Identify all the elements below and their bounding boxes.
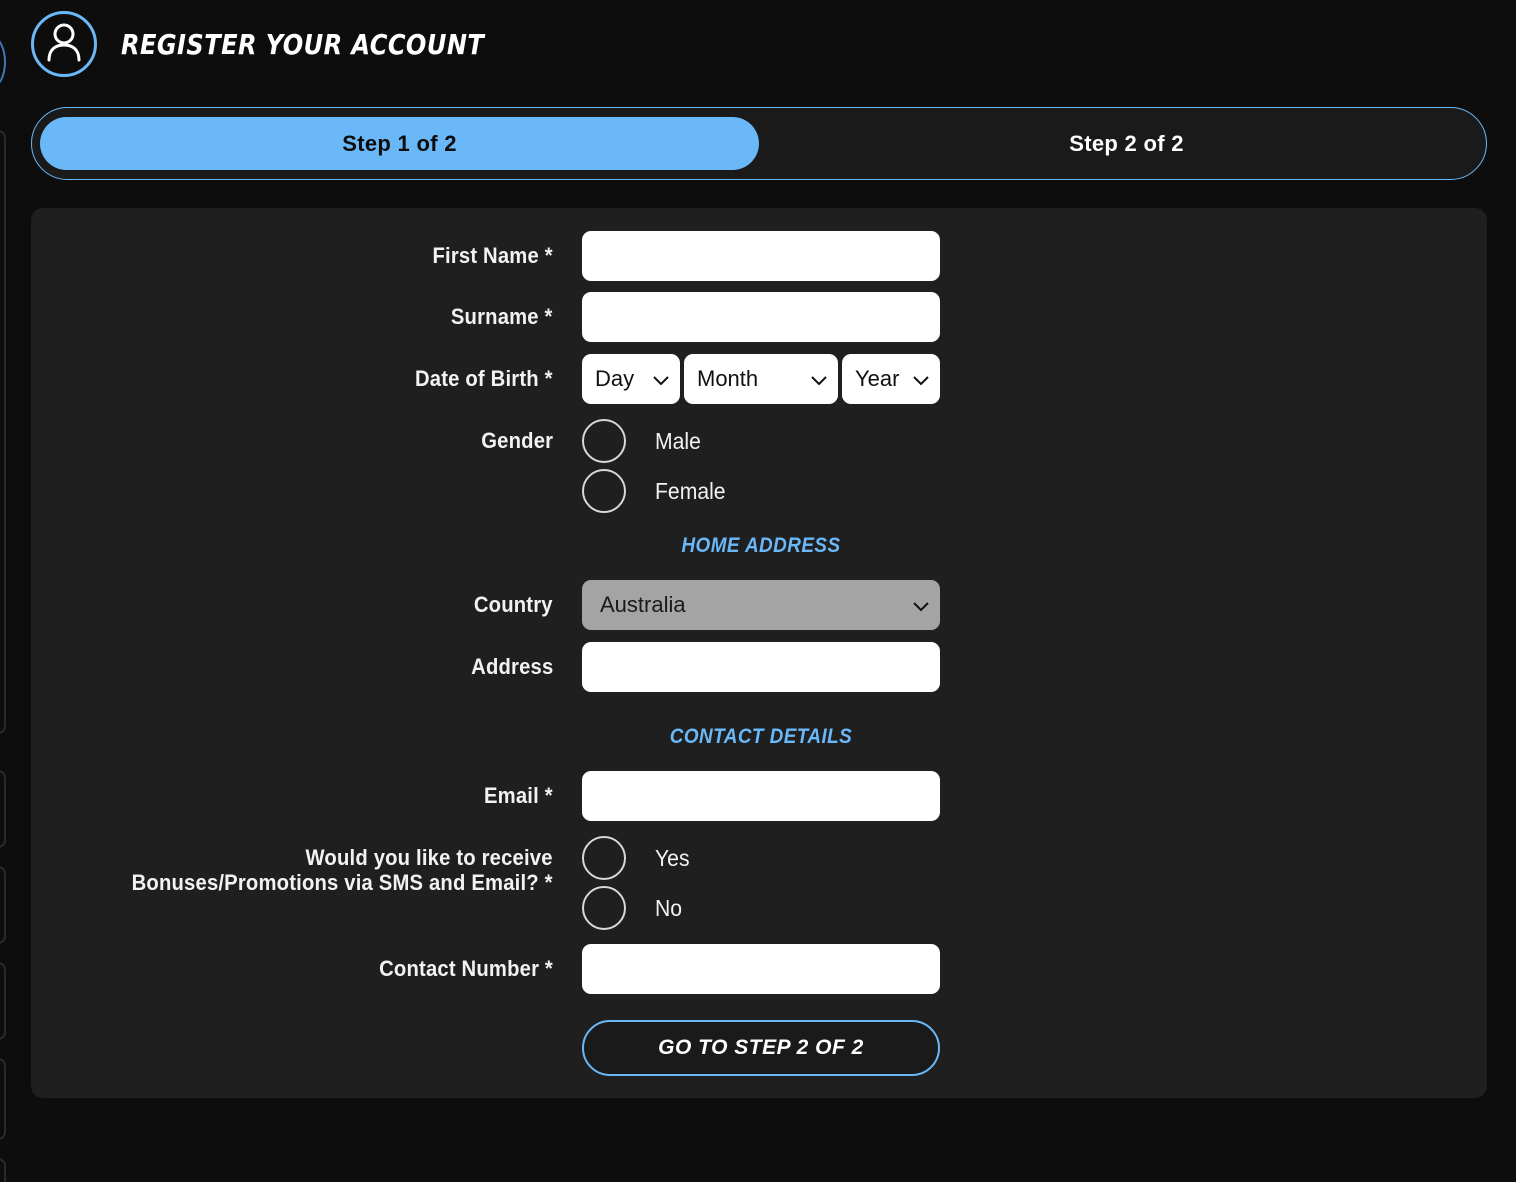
background-edge-card xyxy=(0,962,6,1040)
chevron-down-icon xyxy=(652,370,670,396)
user-icon xyxy=(46,22,82,67)
promotions-label-line2: Bonuses/Promotions via SMS and Email? * xyxy=(131,870,553,895)
step-1-tab[interactable]: Step 1 of 2 xyxy=(40,117,759,170)
email-label: Email * xyxy=(484,783,553,808)
registration-form: First Name * Surname * Date of Birth * D… xyxy=(31,208,1487,1098)
surname-label: Surname * xyxy=(451,304,553,329)
step-2-tab[interactable]: Step 2 of 2 xyxy=(767,117,1486,170)
email-input[interactable] xyxy=(582,771,940,821)
promotions-option-no[interactable]: No xyxy=(582,883,684,933)
contact-number-row: Contact Number * xyxy=(31,944,1487,994)
stepper: Step 1 of 2 Step 2 of 2 xyxy=(31,107,1487,180)
background-edge-card xyxy=(0,130,6,734)
go-to-step-2-button[interactable]: GO TO STEP 2 OF 2 xyxy=(582,1020,940,1076)
dob-year-value: Year xyxy=(855,366,900,391)
promotions-yes-radio[interactable] xyxy=(582,836,626,880)
contact-details-heading: CONTACT DETAILS xyxy=(669,725,853,748)
background-edge-circle xyxy=(0,36,6,88)
gender-option-male[interactable]: Male xyxy=(582,416,705,466)
background-edge-card xyxy=(0,866,6,944)
dob-row: Date of Birth * Day Month Year xyxy=(31,354,1487,404)
chevron-down-icon xyxy=(912,596,930,622)
gender-male-radio[interactable] xyxy=(582,419,626,463)
background-edge-card xyxy=(0,1158,6,1182)
dob-year-select[interactable]: Year xyxy=(842,354,940,404)
surname-row: Surname * xyxy=(31,292,1487,342)
gender-female-label: Female xyxy=(655,477,726,504)
address-input[interactable] xyxy=(582,642,940,692)
country-label: Country xyxy=(474,592,553,617)
gender-male-label: Male xyxy=(655,427,701,454)
page: REGISTER YOUR ACCOUNT Step 1 of 2 Step 2… xyxy=(0,0,1516,1182)
country-value: Australia xyxy=(600,592,686,617)
chevron-down-icon xyxy=(810,370,828,396)
promotions-yes-label: Yes xyxy=(655,844,690,871)
address-row: Address xyxy=(31,642,1487,692)
chevron-down-icon xyxy=(912,370,930,396)
country-select[interactable]: Australia xyxy=(582,580,940,630)
dob-month-value: Month xyxy=(697,366,759,391)
promotions-no-label: No xyxy=(655,894,683,921)
address-label: Address xyxy=(470,654,553,679)
promotions-label-line1: Would you like to receive xyxy=(305,845,553,870)
page-title: REGISTER YOUR ACCOUNT xyxy=(121,27,485,61)
dob-label: Date of Birth * xyxy=(415,366,553,391)
dob-month-select[interactable]: Month xyxy=(684,354,838,404)
contact-number-label: Contact Number * xyxy=(379,956,553,981)
background-edge-card xyxy=(0,1058,6,1140)
gender-label: Gender xyxy=(481,428,553,453)
promotions-option-yes[interactable]: Yes xyxy=(582,833,693,883)
promotions-no-radio[interactable] xyxy=(582,886,626,930)
page-header: REGISTER YOUR ACCOUNT xyxy=(31,10,543,78)
avatar xyxy=(31,11,97,77)
gender-option-female[interactable]: Female xyxy=(582,466,732,516)
surname-input[interactable] xyxy=(582,292,940,342)
dob-day-value: Day xyxy=(595,366,635,391)
gender-row: Gender Male Female xyxy=(31,416,1487,516)
first-name-input[interactable] xyxy=(582,231,940,281)
first-name-label: First Name * xyxy=(432,243,553,268)
country-row: Country Australia xyxy=(31,580,1487,630)
email-row: Email * xyxy=(31,771,1487,821)
gender-female-radio[interactable] xyxy=(582,469,626,513)
dob-day-select[interactable]: Day xyxy=(582,354,680,404)
promotions-label: Would you like to receive Bonuses/Promot… xyxy=(132,845,553,895)
first-name-row: First Name * xyxy=(31,231,1487,281)
promotions-row: Would you like to receive Bonuses/Promot… xyxy=(31,833,1487,933)
contact-number-input[interactable] xyxy=(582,944,940,994)
home-address-heading: HOME ADDRESS xyxy=(681,534,841,557)
background-edge-card xyxy=(0,770,6,848)
